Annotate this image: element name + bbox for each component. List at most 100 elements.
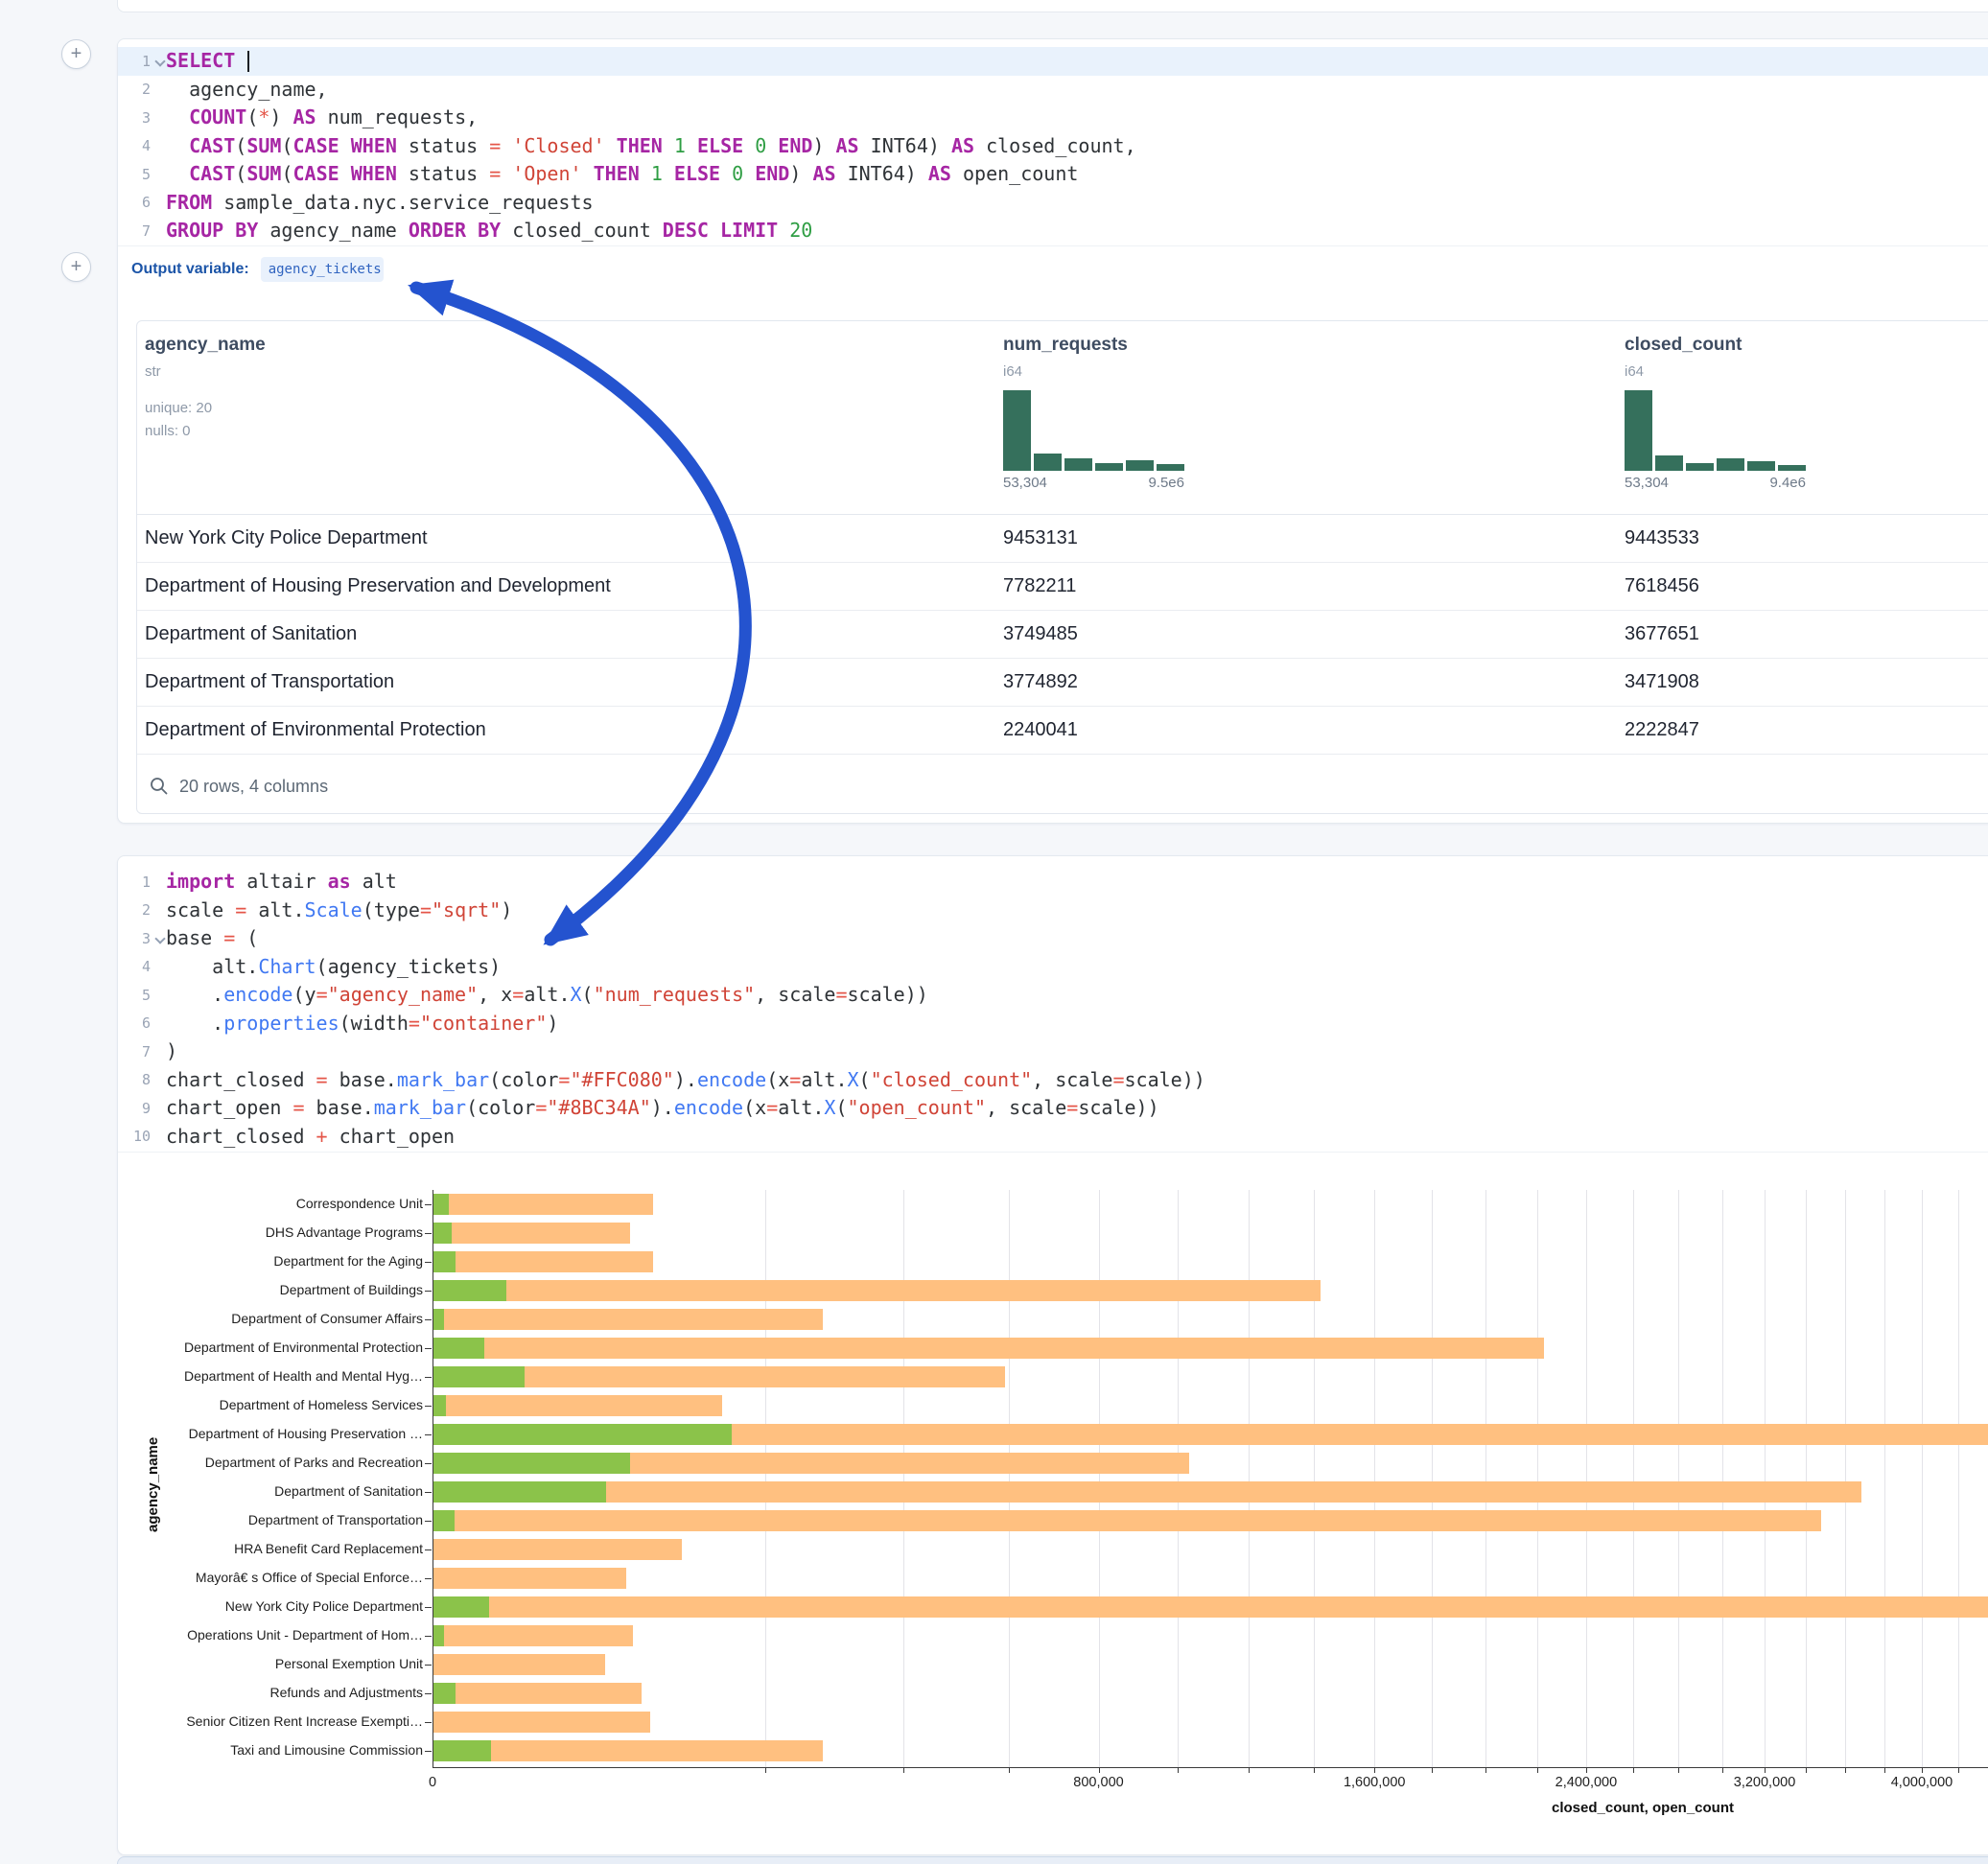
gridline: [1099, 1190, 1100, 1767]
closed_count-bar: [433, 1683, 642, 1704]
histogram-bar: [1717, 458, 1744, 471]
y-tick-mark: [425, 1291, 432, 1292]
gridline: [1009, 1190, 1010, 1767]
table-column-header[interactable]: closed_counti6453,3049.4e6: [1625, 321, 1988, 514]
histogram-bar: [1126, 460, 1154, 471]
column-meta: nulls: 0: [145, 423, 191, 439]
open_count-bar: [433, 1481, 606, 1503]
open_count-bar: [433, 1740, 491, 1761]
open_count-bar: [433, 1309, 444, 1330]
line-number: 4: [118, 137, 151, 154]
category-label: Taxi and Limousine Commission: [135, 1742, 423, 1758]
y-tick-mark: [425, 1636, 432, 1637]
y-tick-mark: [425, 1319, 432, 1320]
closed_count-bar: [433, 1654, 605, 1675]
category-label: New York City Police Department: [135, 1598, 423, 1614]
results-table[interactable]: agency_namestrunique: 20nulls: 0num_requ…: [136, 320, 1988, 814]
open_count-bar: [433, 1280, 506, 1301]
code-line[interactable]: 3 COUNT(*) AS num_requests,: [118, 104, 1988, 132]
y-tick-mark: [425, 1233, 432, 1234]
table-cell: 3471908: [1625, 671, 1988, 693]
closed_count-bar: [433, 1280, 1321, 1301]
gridline: [1884, 1190, 1885, 1767]
open_count-bar: [433, 1194, 449, 1215]
table-row[interactable]: New York City Police Department945313194…: [137, 515, 1988, 562]
y-tick-mark: [425, 1693, 432, 1694]
code-line[interactable]: 2 agency_name,: [118, 76, 1988, 105]
gridline: [1722, 1190, 1723, 1767]
closed_count-bar: [433, 1481, 1861, 1503]
open_count-bar: [433, 1251, 456, 1272]
table-row[interactable]: Department of Sanitation37494853677651: [137, 610, 1988, 658]
table-cell: 7782211: [1003, 575, 1625, 597]
output-variable-label: Output variable:: [131, 261, 249, 278]
add-cell-button[interactable]: +: [61, 252, 91, 282]
x-tick-label: 0: [429, 1775, 436, 1790]
table-cell: 7618456: [1625, 575, 1988, 597]
histogram-bar: [1003, 390, 1031, 471]
table-cell: New York City Police Department: [137, 527, 1003, 549]
column-type: i64: [1003, 363, 1022, 380]
closed_count-bar: [433, 1596, 1988, 1618]
table-cell: Department of Housing Preservation and D…: [137, 575, 1003, 597]
x-axis-title: closed_count, open_count: [1552, 1800, 1734, 1816]
x-tick-label: 4,000,000: [1891, 1775, 1953, 1790]
closed_count-bar: [433, 1251, 653, 1272]
line-number: 1: [118, 53, 151, 70]
search-icon[interactable]: [149, 776, 170, 797]
closed_count-bar: [433, 1539, 682, 1560]
table-column-header[interactable]: num_requestsi6453,3049.5e6: [1003, 321, 1540, 514]
y-tick-mark: [425, 1406, 432, 1407]
column-name: agency_name: [145, 335, 266, 356]
histogram-bar: [1747, 461, 1775, 471]
table-row[interactable]: Department of Housing Preservation and D…: [137, 562, 1988, 610]
add-cell-button[interactable]: +: [61, 39, 91, 69]
gridline: [1178, 1190, 1179, 1767]
code-line[interactable]: 6FROM sample_data.nyc.service_requests: [118, 189, 1988, 218]
x-tick-label: 800,000: [1073, 1775, 1123, 1790]
closed_count-bar: [433, 1625, 633, 1646]
table-cell: 3677651: [1625, 623, 1988, 645]
open_count-bar: [433, 1625, 444, 1646]
category-label: Department of Sanitation: [135, 1483, 423, 1499]
table-column-header[interactable]: agency_namestrunique: 20nulls: 0: [145, 321, 682, 514]
x-tick-label: 1,600,000: [1344, 1775, 1406, 1790]
open_count-bar: [433, 1453, 630, 1474]
open_count-bar: [433, 1223, 452, 1244]
category-label: Department of Parks and Recreation: [135, 1455, 423, 1470]
y-tick-mark: [425, 1521, 432, 1522]
column-histogram: [1003, 390, 1184, 471]
code-line[interactable]: 5 CAST(SUM(CASE WHEN status = 'Open' THE…: [118, 160, 1988, 189]
histogram-min: 53,304: [1625, 475, 1669, 491]
table-cell: Department of Sanitation: [137, 623, 1003, 645]
output-variable-badge[interactable]: agency_tickets: [261, 257, 384, 282]
code-text: CAST(SUM(CASE WHEN status = 'Open' THEN …: [151, 160, 1078, 189]
notebook-page: + + 1SELECT 2 agency_name,3 COUNT(*) AS …: [0, 0, 1988, 1864]
table-row[interactable]: Department of Environmental Protection22…: [137, 706, 1988, 754]
y-tick-mark: [425, 1549, 432, 1550]
y-tick-mark: [425, 1262, 432, 1263]
y-tick-mark: [425, 1204, 432, 1205]
x-axis-line: [433, 1767, 1988, 1768]
histogram-bar: [1095, 463, 1123, 471]
code-line[interactable]: 7GROUP BY agency_name ORDER BY closed_co…: [118, 217, 1988, 245]
y-tick-mark: [425, 1665, 432, 1666]
table-cell: Department of Environmental Protection: [137, 719, 1003, 741]
closed_count-bar: [433, 1712, 650, 1733]
histogram-range: 53,3049.5e6: [1003, 475, 1184, 491]
column-type: i64: [1625, 363, 1644, 380]
open_count-bar: [433, 1424, 732, 1445]
code-line[interactable]: 1SELECT: [118, 47, 1988, 76]
open_count-bar: [433, 1395, 446, 1416]
line-number: 6: [118, 194, 151, 211]
category-label: HRA Benefit Card Replacement: [135, 1541, 423, 1556]
code-line[interactable]: 4 CAST(SUM(CASE WHEN status = 'Closed' T…: [118, 132, 1988, 161]
table-row[interactable]: Department of Transportation377489234719…: [137, 658, 1988, 706]
code-text: FROM sample_data.nyc.service_requests: [151, 189, 594, 218]
table-body: New York City Police Department945313194…: [137, 515, 1988, 754]
next-cell-edge: [117, 1856, 1988, 1864]
closed_count-bar: [433, 1338, 1544, 1359]
code-text: CAST(SUM(CASE WHEN status = 'Closed' THE…: [151, 132, 1136, 161]
previous-cell-edge: [117, 0, 1988, 12]
sql-code-editor[interactable]: 1SELECT 2 agency_name,3 COUNT(*) AS num_…: [118, 39, 1988, 245]
